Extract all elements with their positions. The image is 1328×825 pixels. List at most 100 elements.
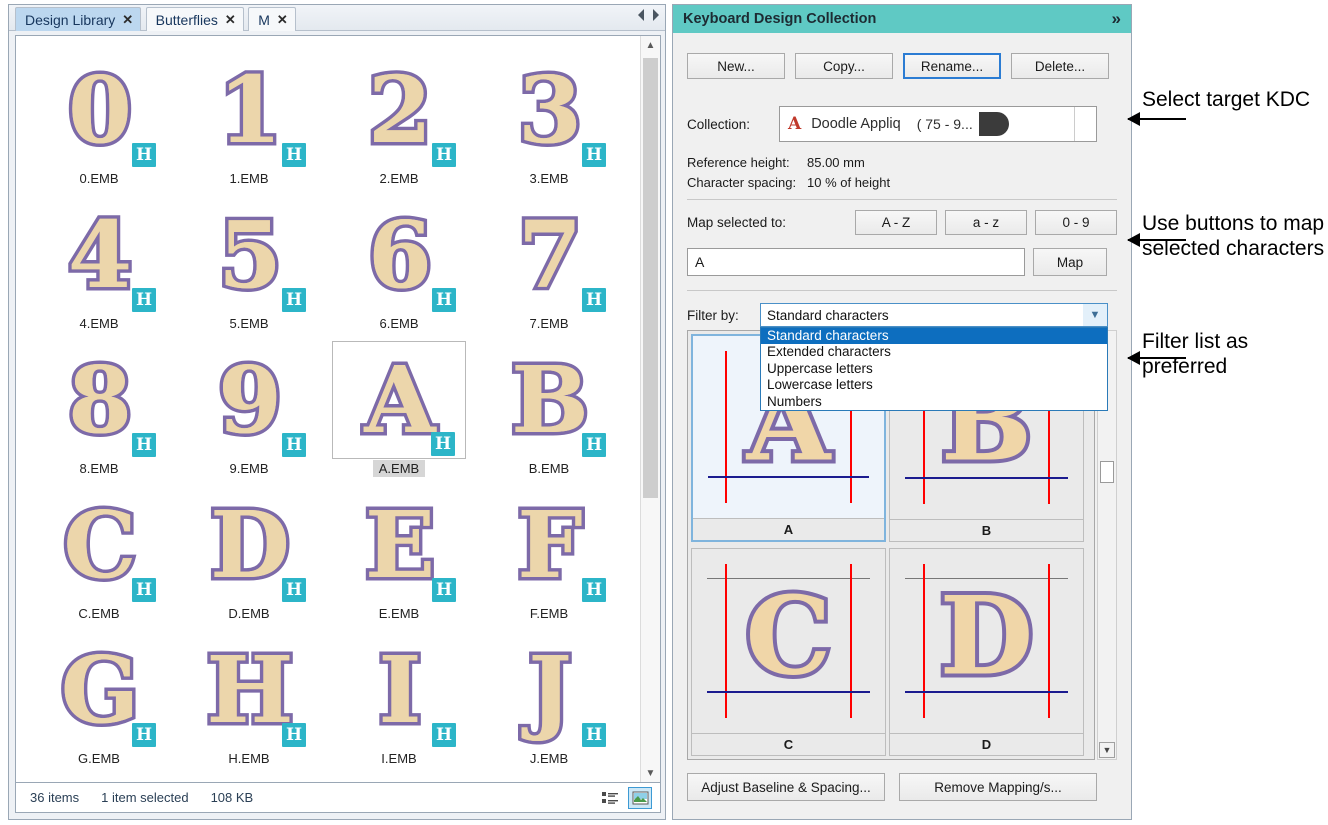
design-thumbnail: 9H	[182, 341, 316, 459]
map-input-row: Map	[687, 248, 1117, 276]
design-glyph: 3	[514, 56, 585, 164]
panel-title: Keyboard Design Collection	[683, 11, 877, 27]
design-glyph: 0	[64, 56, 135, 164]
details-view-icon[interactable]	[598, 787, 622, 809]
filter-option[interactable]: Uppercase letters	[761, 361, 1107, 377]
design-item[interactable]: E H E.EMB	[324, 477, 474, 622]
design-item[interactable]: 9 H 9.EMB	[174, 332, 324, 477]
design-filename: A.EMB	[372, 460, 426, 477]
design-thumbnail: 0H	[32, 51, 166, 169]
design-item[interactable]: 7 H 7.EMB	[474, 187, 624, 332]
collection-name: Doodle Appliq	[811, 116, 901, 132]
design-item[interactable]: 2 H 2.EMB	[324, 42, 474, 187]
selection-size: 108 KB	[210, 790, 254, 805]
mapped-character-cell[interactable]: DD	[889, 548, 1084, 756]
design-item[interactable]: 4 H 4.EMB	[24, 187, 174, 332]
design-filename: D.EMB	[228, 606, 270, 621]
design-thumbnail: BH	[482, 341, 616, 459]
design-grid-scrollbar[interactable]: ▲ ▼	[640, 36, 660, 782]
design-filename: 5.EMB	[229, 316, 269, 331]
design-item[interactable]: D H D.EMB	[174, 477, 324, 622]
design-glyph: 5	[214, 201, 285, 309]
design-item[interactable]: G H G.EMB	[24, 622, 174, 767]
chevron-left-icon[interactable]	[638, 9, 644, 21]
map-button[interactable]: Map	[1033, 248, 1107, 276]
tab-butterflies[interactable]: Butterflies ✕	[145, 7, 244, 31]
design-filename: J.EMB	[529, 751, 569, 766]
close-icon[interactable]: ✕	[225, 12, 236, 28]
scrollbar-thumb[interactable]	[643, 58, 658, 498]
collection-row: Collection: A Doodle Appliq ( 75 - 9...	[687, 105, 1117, 143]
copy-button[interactable]: Copy...	[795, 53, 893, 79]
scroll-up-icon[interactable]: ▲	[641, 36, 660, 54]
chevron-down-icon[interactable]	[1074, 107, 1096, 141]
map-numbers-button[interactable]: 0 - 9	[1035, 210, 1117, 235]
design-glyph: H	[203, 636, 297, 744]
spacing-guide-line	[1048, 563, 1051, 719]
scrollbar-thumb[interactable]	[1100, 461, 1114, 483]
design-item[interactable]: B H B.EMB	[474, 332, 624, 477]
thumbnail-view-icon[interactable]	[628, 786, 652, 809]
design-filename: B.EMB	[528, 461, 570, 476]
format-badge-icon: H	[282, 288, 306, 312]
design-item[interactable]: 3 H 3.EMB	[474, 42, 624, 187]
filter-dropdown-list[interactable]: Standard characters Extended characters Up…	[760, 327, 1108, 411]
delete-button[interactable]: Delete...	[1011, 53, 1109, 79]
map-characters-input[interactable]	[687, 248, 1025, 276]
chevron-right-icon[interactable]	[653, 9, 659, 21]
design-item[interactable]: H H H.EMB	[174, 622, 324, 767]
reference-height-label: Reference height:	[687, 155, 790, 170]
expand-chevron-icon[interactable]: »	[1112, 9, 1121, 29]
format-badge-icon: H	[282, 578, 306, 602]
scroll-down-icon[interactable]: ▼	[641, 764, 660, 782]
design-filename: 8.EMB	[79, 461, 119, 476]
character-preview-canvas: C	[692, 549, 885, 733]
design-thumbnail: GH	[32, 631, 166, 749]
filter-option[interactable]: Extended characters	[761, 344, 1107, 360]
chevron-down-icon[interactable]: ▼	[1083, 304, 1107, 326]
design-item[interactable]: J H J.EMB	[474, 622, 624, 767]
design-item[interactable]: 0 H 0.EMB	[24, 42, 174, 187]
tab-design-library[interactable]: Design Library ✕	[15, 7, 142, 31]
filter-option[interactable]: Numbers	[761, 394, 1107, 410]
design-thumbnail: IH	[332, 631, 466, 749]
format-badge-icon: H	[582, 288, 606, 312]
character-preview-canvas: D	[890, 549, 1083, 733]
remove-mappings-button[interactable]: Remove Mapping/s...	[899, 773, 1097, 801]
design-glyph: 7	[514, 201, 585, 309]
collection-action-buttons: New... Copy... Rename... Delete...	[687, 53, 1109, 79]
scroll-down-icon[interactable]: ▼	[1099, 742, 1115, 758]
design-glyph: G	[57, 636, 143, 744]
map-lowercase-button[interactable]: a - z	[945, 210, 1027, 235]
map-uppercase-button[interactable]: A - Z	[855, 210, 937, 235]
spacing-guide-line	[922, 563, 925, 719]
design-glyph: 2	[364, 56, 435, 164]
new-button[interactable]: New...	[687, 53, 785, 79]
spacing-guide-line	[725, 350, 728, 504]
design-item[interactable]: 1 H 1.EMB	[174, 42, 324, 187]
design-item[interactable]: 8 H 8.EMB	[24, 332, 174, 477]
tab-m[interactable]: M ✕	[248, 7, 296, 31]
design-item[interactable]: F H F.EMB	[474, 477, 624, 622]
close-icon[interactable]: ✕	[122, 12, 133, 28]
mapped-character-label: D	[890, 733, 1083, 755]
adjust-baseline-spacing-button[interactable]: Adjust Baseline & Spacing...	[687, 773, 885, 801]
close-icon[interactable]: ✕	[277, 12, 288, 28]
mapped-character-cell[interactable]: CC	[691, 548, 886, 756]
filter-combobox[interactable]: Standard characters ▼	[760, 303, 1108, 327]
design-item[interactable]: A H A.EMB	[324, 332, 474, 477]
rename-button[interactable]: Rename...	[903, 53, 1001, 79]
design-item[interactable]: I H I.EMB	[324, 622, 474, 767]
annotation-select-target-kdc: Select target KDC	[1142, 88, 1311, 111]
collection-range: ( 75 - 9...	[916, 116, 973, 132]
preview-glyph: D	[936, 573, 1038, 700]
filter-option[interactable]: Standard characters	[761, 328, 1107, 345]
format-badge-icon: H	[132, 723, 156, 747]
format-badge-icon: H	[432, 578, 456, 602]
design-item[interactable]: 5 H 5.EMB	[174, 187, 324, 332]
design-item[interactable]: C H C.EMB	[24, 477, 174, 622]
design-item[interactable]: 6 H 6.EMB	[324, 187, 474, 332]
selection-status: 1 item selected	[101, 790, 189, 805]
collection-combobox[interactable]: A Doodle Appliq ( 75 - 9...	[779, 106, 1097, 142]
filter-option[interactable]: Lowercase letters	[761, 377, 1107, 393]
